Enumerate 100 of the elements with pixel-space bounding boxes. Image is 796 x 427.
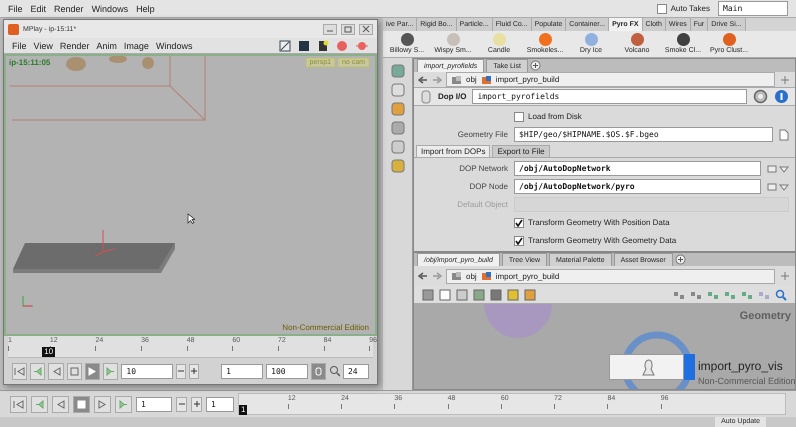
add-tab-icon <box>674 254 686 265</box>
menu-item[interactable]: Edit <box>30 4 46 14</box>
frame-field[interactable]: 10 <box>121 364 174 378</box>
play-reverse-button[interactable] <box>52 396 69 412</box>
toolbar-icon[interactable] <box>473 288 485 300</box>
play-button[interactable] <box>84 362 100 380</box>
context-label: Geometry <box>740 310 791 322</box>
zoom-icon[interactable] <box>329 365 340 377</box>
jump-start-button[interactable] <box>10 396 27 412</box>
stop-button[interactable] <box>66 362 82 380</box>
network-node[interactable] <box>609 354 695 380</box>
layout-icon[interactable] <box>690 290 702 300</box>
checkbox-label: Load from Disk <box>528 112 582 121</box>
node-chooser-icon[interactable] <box>767 164 789 174</box>
menu-item[interactable]: Anim <box>96 40 117 50</box>
toolbar-icon[interactable] <box>524 288 536 300</box>
close-button[interactable] <box>359 24 373 34</box>
minimize-button[interactable] <box>323 24 337 34</box>
tool-icon[interactable] <box>390 159 404 173</box>
toolbar-icon[interactable] <box>507 288 519 300</box>
menu-item[interactable]: Render <box>60 40 90 50</box>
menu-item[interactable]: Help <box>136 4 155 14</box>
toolbar-icon[interactable] <box>456 288 468 300</box>
minus-icon <box>178 400 184 406</box>
toolbar-icon[interactable] <box>298 40 310 52</box>
take-dropdown[interactable]: Main <box>718 1 788 16</box>
checkbox[interactable] <box>514 112 524 122</box>
start-frame-field[interactable]: 1 <box>206 396 234 412</box>
fps-field[interactable]: 24 <box>342 364 369 378</box>
menu-item[interactable]: File <box>8 4 23 14</box>
checkbox[interactable] <box>514 218 524 228</box>
jump-start-button[interactable] <box>12 362 28 380</box>
stop-render-icon[interactable] <box>336 40 348 52</box>
app-icon <box>8 24 19 34</box>
checkbox[interactable] <box>656 4 667 14</box>
settings-icon[interactable] <box>753 89 768 104</box>
node-name-field[interactable]: import_pyrofields <box>472 89 747 104</box>
layout-icon[interactable] <box>673 290 685 300</box>
toolbar-icon[interactable] <box>422 288 434 300</box>
decrement-button[interactable] <box>176 396 187 412</box>
plus-icon <box>194 400 200 406</box>
node-chooser-icon[interactable] <box>767 182 789 192</box>
decrement-button[interactable] <box>176 364 186 378</box>
toolbar-icon[interactable] <box>490 288 502 300</box>
geometry-file-field[interactable]: $HIP/geo/$HIPNAME.$OS.$F.bgeo <box>514 127 773 142</box>
play-button[interactable] <box>94 396 111 412</box>
menu-item[interactable]: Windows <box>92 4 128 14</box>
frame-field[interactable]: 1 <box>136 396 172 412</box>
path-bar[interactable]: obj import_pyro_build <box>446 72 775 88</box>
tool-icon[interactable] <box>390 64 404 78</box>
pin-icon <box>779 270 791 282</box>
network-canvas[interactable]: Geometry import_pyro_vis Non-Commercial Edition <box>414 304 795 389</box>
menu-item[interactable]: Windows <box>156 40 192 50</box>
path-bar[interactable]: obj import_pyro_build <box>446 268 775 284</box>
help-icon[interactable] <box>774 89 789 104</box>
increment-button[interactable] <box>189 364 200 378</box>
path-item[interactable]: import_pyro_build <box>496 75 560 84</box>
file-icon[interactable] <box>779 128 789 140</box>
toolbar-icon[interactable] <box>317 40 329 52</box>
menu-item[interactable]: View <box>34 40 53 50</box>
current-frame-marker[interactable]: 1 <box>239 405 248 415</box>
range-end-field[interactable]: 100 <box>266 364 308 378</box>
current-frame-marker[interactable]: 10 <box>42 347 56 357</box>
play-reverse-button[interactable] <box>48 362 64 380</box>
reverse-icon <box>56 400 65 408</box>
menu-item[interactable]: File <box>12 40 27 50</box>
tool-icon[interactable] <box>390 121 404 135</box>
checkbox[interactable] <box>514 236 524 246</box>
parameter-tab[interactable]: Export to File <box>492 145 550 157</box>
edition-label: Non-Commercial Edition <box>698 376 795 386</box>
tool-icon[interactable] <box>390 83 404 97</box>
render-icon[interactable] <box>355 40 369 52</box>
menu-item[interactable]: Render <box>54 4 84 14</box>
step-forward-icon <box>105 366 116 376</box>
stop-icon <box>70 366 79 376</box>
edition-label: Non-Commercial Edition <box>282 323 369 332</box>
skip-start-icon <box>13 400 24 408</box>
tool-icon[interactable] <box>390 140 404 154</box>
path-item[interactable]: obj <box>466 75 477 84</box>
toolbar-icon[interactable] <box>439 288 451 300</box>
tool-icon[interactable] <box>390 102 404 116</box>
stop-button[interactable] <box>73 396 90 412</box>
axis-gizmo-icon <box>20 294 34 308</box>
checkbox-label: Transform Geometry With Position Data <box>528 218 670 227</box>
toolbar-icon[interactable] <box>279 40 291 52</box>
path-item[interactable]: obj <box>466 272 477 280</box>
path-item[interactable]: import_pyro_build <box>496 272 560 280</box>
maximize-button[interactable] <box>341 24 355 34</box>
menu-item[interactable]: Image <box>124 40 149 50</box>
path-field[interactable]: /obj/AutoDopNetwork/pyro <box>514 179 761 194</box>
realtime-toggle[interactable] <box>311 362 326 380</box>
forward-arrow-icon <box>432 271 442 281</box>
node-name-label: import_pyro_vis <box>698 359 783 373</box>
increment-button[interactable] <box>191 396 202 412</box>
back-arrow-icon <box>418 271 428 281</box>
range-start-field[interactable]: 1 <box>221 364 264 378</box>
path-field[interactable]: /obj/AutoDopNetwork <box>514 161 761 176</box>
search-icon[interactable] <box>775 288 787 300</box>
parameter-tab[interactable]: Import from DOPs <box>416 145 490 157</box>
play-icon <box>98 400 107 408</box>
